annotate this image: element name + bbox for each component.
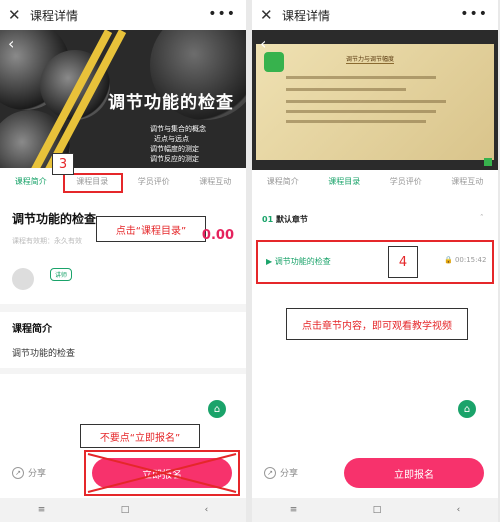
back-arrow-icon[interactable]: ‹ xyxy=(260,34,266,53)
back-arrow-icon[interactable]: ‹ xyxy=(8,34,14,53)
page-title: 课程详情 xyxy=(30,8,79,23)
menu-icon[interactable]: ≡ xyxy=(290,505,298,515)
banner-bullet: 调节幅度的测定 xyxy=(150,145,199,153)
banner-title: 调节功能的检查 xyxy=(108,93,234,113)
banner-bullet: 调节与集合的概念 xyxy=(150,125,206,133)
share-label: 分享 xyxy=(28,469,47,479)
tab-interaction[interactable]: 课程互动 xyxy=(199,176,231,194)
divider xyxy=(0,368,246,374)
menu-icon[interactable]: ≡ xyxy=(38,505,46,515)
slide-text-line xyxy=(286,100,446,103)
slide-text-line xyxy=(286,76,436,79)
logo-icon xyxy=(264,52,284,72)
home-icon[interactable]: ⌂ xyxy=(458,400,476,418)
cross-out-mark xyxy=(87,453,237,493)
video-player[interactable]: 调节力与调节幅度 ‹ xyxy=(252,30,498,170)
share-label: 分享 xyxy=(280,469,299,479)
step-number-badge: 3 xyxy=(52,153,74,175)
instruction-callout: 点击“课程目录” xyxy=(96,216,206,242)
course-tabs: 课程简介 课程目录 学员评价 课程互动 xyxy=(252,176,498,194)
course-detail-screen-catalog: ✕ 课程详情 ••• 调节力与调节幅度 ‹ 课程简介 课程目录 学员评价 课程互… xyxy=(252,0,498,522)
more-icon[interactable]: ••• xyxy=(208,6,236,22)
course-validity: 课程有效期：永久有效 xyxy=(12,237,82,245)
chapter-header[interactable]: 01 默认章节 ˆ xyxy=(262,214,484,225)
banner-bullet: 近点与远点 xyxy=(154,135,189,143)
step-number-badge: 4 xyxy=(388,246,418,278)
share-button[interactable]: ↗ 分享 xyxy=(12,466,46,479)
warning-callout: 不要点“立即报名” xyxy=(80,424,200,448)
course-tabs: 课程简介 课程目录 学员评价 课程互动 xyxy=(0,176,246,194)
slide-text-line xyxy=(286,88,406,91)
action-bar: ↗ 分享 立即报名 xyxy=(252,450,498,496)
home-icon[interactable]: ⌂ xyxy=(208,400,226,418)
highlight-catalog-tab xyxy=(63,173,123,193)
back-icon[interactable]: ‹ xyxy=(205,505,209,515)
slide-text-line xyxy=(286,110,436,113)
enroll-button[interactable]: 立即报名 xyxy=(344,458,484,488)
course-price: 0.00 xyxy=(201,228,234,243)
action-bar: ↗ 分享 立即报名 xyxy=(0,450,246,496)
back-icon[interactable]: ‹ xyxy=(457,505,461,515)
tab-interaction[interactable]: 课程互动 xyxy=(451,176,483,194)
intro-heading: 课程简介 xyxy=(12,324,52,335)
tab-intro[interactable]: 课程简介 xyxy=(15,176,47,194)
course-title: 调节功能的检查 xyxy=(12,212,97,226)
collapse-icon: ˆ xyxy=(480,214,484,222)
system-nav-bar: ≡ □ ‹ xyxy=(0,498,246,522)
divider xyxy=(0,304,246,312)
close-icon[interactable]: ✕ xyxy=(260,6,278,24)
tab-intro[interactable]: 课程简介 xyxy=(267,176,299,194)
highlight-lesson-item xyxy=(256,240,494,284)
lecturer-badge: 讲师 xyxy=(50,268,73,281)
more-icon[interactable]: ••• xyxy=(460,6,488,22)
tab-catalog[interactable]: 课程目录 xyxy=(328,176,360,194)
avatar xyxy=(12,268,34,290)
close-icon[interactable]: ✕ xyxy=(8,6,26,24)
slide-text-line xyxy=(286,120,426,123)
video-frame: 调节力与调节幅度 xyxy=(256,44,494,160)
share-icon: ↗ xyxy=(264,466,276,479)
page-title: 课程详情 xyxy=(282,8,331,23)
share-icon: ↗ xyxy=(12,466,24,479)
system-nav-bar: ≡ □ ‹ xyxy=(252,498,498,522)
course-banner: ‹ 调节功能的检查 调节与集合的概念 近点与远点 调节幅度的测定 调节反应的测定 xyxy=(0,30,246,168)
course-detail-screen-intro: ✕ 课程详情 ••• ‹ 调节功能的检查 调节与集合的概念 近点与远点 调节幅度… xyxy=(0,0,246,522)
tab-reviews[interactable]: 学员评价 xyxy=(138,176,170,194)
fullscreen-icon[interactable] xyxy=(484,158,492,166)
chapter-number: 01 xyxy=(262,215,274,224)
home-square-icon[interactable]: □ xyxy=(373,505,382,515)
intro-text: 调节功能的检查 xyxy=(12,349,76,359)
banner-bullet: 调节反应的测定 xyxy=(150,155,199,163)
chapter-name: 默认章节 xyxy=(275,215,308,224)
title-bar: ✕ 课程详情 ••• xyxy=(252,0,498,30)
instruction-callout: 点击章节内容，即可观看教学视频 xyxy=(286,308,468,340)
tab-reviews[interactable]: 学员评价 xyxy=(390,176,422,194)
home-square-icon[interactable]: □ xyxy=(121,505,130,515)
title-bar: ✕ 课程详情 ••• xyxy=(0,0,246,30)
share-button[interactable]: ↗ 分享 xyxy=(264,466,298,479)
slide-title: 调节力与调节幅度 xyxy=(346,56,395,64)
